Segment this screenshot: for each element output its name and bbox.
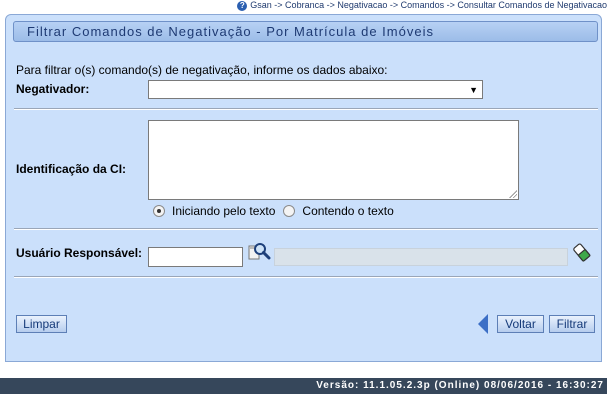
breadcrumb-text: Gsan -> Cobranca -> Negativacao -> Coman… (250, 0, 607, 10)
radio-contendo-label: Contendo o texto (302, 204, 394, 218)
divider (14, 108, 598, 110)
radio-iniciando-label: Iniciando pelo texto (172, 204, 276, 218)
search-mode-radio-group: Iniciando pelo texto Contendo o texto (153, 204, 402, 218)
divider (14, 228, 598, 230)
negativador-label: Negativador: (16, 82, 90, 96)
chevron-down-icon[interactable]: ▼ (469, 83, 478, 97)
page-title: Filtrar Comandos de Negativação - Por Ma… (27, 24, 434, 39)
identificacao-label: Identificação da CI: (16, 162, 127, 176)
usuario-nome-field (274, 248, 568, 266)
eraser-icon[interactable] (572, 241, 592, 263)
filtrar-button[interactable]: Filtrar (549, 315, 595, 333)
divider (14, 276, 598, 278)
radio-iniciando[interactable] (153, 205, 165, 217)
usuario-input[interactable] (148, 247, 243, 267)
limpar-button[interactable]: Limpar (16, 315, 67, 333)
help-icon[interactable]: ? (237, 0, 248, 11)
radio-contendo[interactable] (283, 205, 296, 217)
version-text: Versão: 11.1.05.2.3p (Online) 08/06/2016… (316, 380, 604, 391)
search-icon[interactable] (247, 241, 271, 263)
version-footer: Versão: 11.1.05.2.3p (Online) 08/06/2016… (0, 378, 607, 394)
back-arrow-icon[interactable] (478, 314, 488, 334)
usuario-label: Usuário Responsável: (16, 246, 143, 260)
voltar-button[interactable]: Voltar (497, 315, 544, 333)
breadcrumb: ? Gsan -> Cobranca -> Negativacao -> Com… (237, 0, 607, 11)
panel-title-bar: Filtrar Comandos de Negativação - Por Ma… (13, 21, 598, 42)
filter-panel: Filtrar Comandos de Negativação - Por Ma… (5, 14, 602, 362)
instruction-text: Para filtrar o(s) comando(s) de negativa… (16, 63, 388, 77)
identificacao-textarea[interactable] (148, 120, 519, 200)
resize-grip-icon[interactable] (508, 189, 517, 198)
negativador-select[interactable]: ▼ (148, 80, 483, 99)
